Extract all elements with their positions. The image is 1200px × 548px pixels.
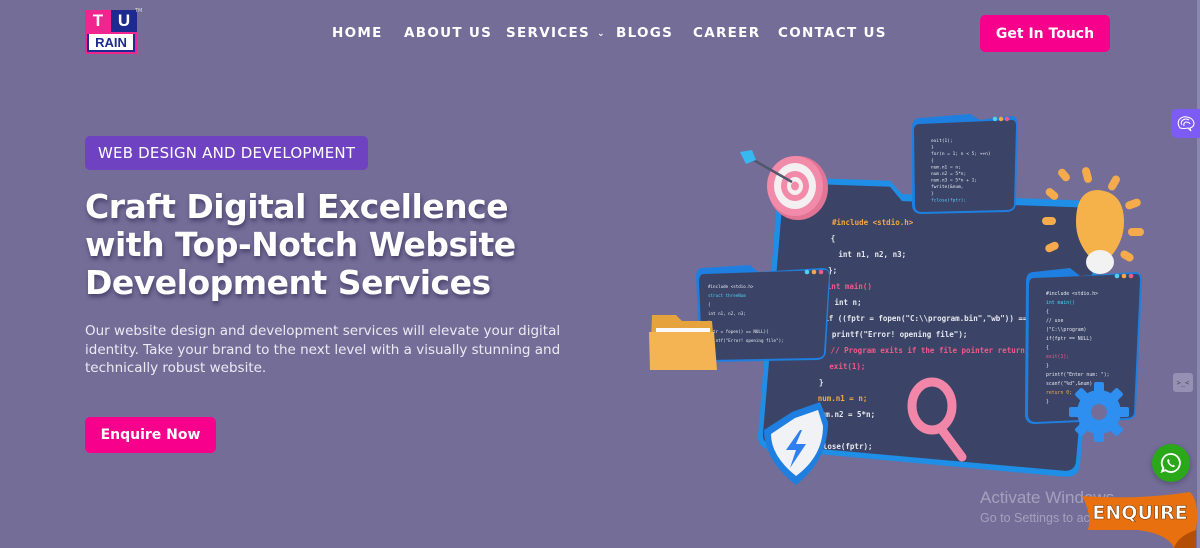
nav-services-label: SERVICES bbox=[506, 25, 591, 41]
code-line: } bbox=[1046, 363, 1049, 369]
target-icon bbox=[740, 150, 828, 220]
code-line: { bbox=[931, 158, 934, 164]
nav-about-us[interactable]: ABOUT US bbox=[404, 25, 506, 41]
nav-about-us-label: ABOUT US bbox=[404, 25, 493, 41]
ai-assistant-widget[interactable] bbox=[1171, 109, 1200, 138]
service-badge: WEB DESIGN AND DEVELOPMENT bbox=[85, 136, 369, 170]
enquire-now-button[interactable]: Enquire Now bbox=[85, 417, 216, 453]
code-line: num.n2 = 5*n; bbox=[931, 171, 966, 177]
code-line: // Program exits if the file pointer ret… bbox=[831, 346, 1030, 355]
whatsapp-button[interactable] bbox=[1152, 444, 1190, 482]
code-line: printf("Error! opening file"); bbox=[832, 330, 967, 339]
folder-icon bbox=[649, 315, 717, 370]
brand-logo[interactable]: T U RAIN TM bbox=[85, 8, 143, 56]
code-line: scanf("%d",&num) bbox=[1046, 381, 1092, 387]
nav-career[interactable]: CAREER bbox=[693, 25, 778, 41]
main-nav: HOME ABOUT US SERVICES ⌄ BLOGS CAREER CON… bbox=[332, 25, 887, 41]
logo-word-rain: RAIN bbox=[87, 34, 135, 52]
code-line: num.n3 = 5*n + 1; bbox=[931, 178, 977, 184]
code-line: num.n1 = n; bbox=[931, 164, 961, 170]
code-line: exit(1); bbox=[1046, 354, 1069, 360]
code-line: ("C:\\program) bbox=[1046, 327, 1086, 333]
code-line: } bbox=[931, 191, 934, 197]
hero-description: Our website design and development servi… bbox=[85, 323, 561, 376]
nav-blogs[interactable]: BLOGS bbox=[616, 25, 693, 41]
code-line: #include <stdio.h> bbox=[708, 284, 754, 289]
logo-letter-u: U bbox=[111, 10, 137, 32]
hero-title: Craft Digital Excellence with Top-Notch … bbox=[85, 187, 516, 302]
code-line: { bbox=[1046, 345, 1049, 351]
logo-letter-t: T bbox=[85, 10, 111, 32]
nav-services[interactable]: SERVICES ⌄ bbox=[506, 25, 616, 41]
nav-blogs-label: BLOGS bbox=[616, 25, 674, 41]
brain-icon bbox=[1177, 115, 1195, 131]
gear-icon bbox=[1069, 382, 1129, 442]
nav-contact-us[interactable]: CONTACT US bbox=[778, 25, 887, 41]
code-line: fclose(fptr); bbox=[931, 197, 966, 203]
code-line: #include <stdio.h> bbox=[1046, 291, 1098, 297]
code-line: printf("Enter num: "); bbox=[1046, 372, 1110, 378]
code-line: } bbox=[931, 145, 934, 151]
code-line: fwrite(&num, bbox=[931, 184, 964, 190]
code-line: { bbox=[1046, 309, 1049, 315]
nav-career-label: CAREER bbox=[693, 25, 761, 41]
hero-illustration: #include <stdio.h>{int n1, n2, n3;};int … bbox=[649, 114, 1144, 485]
whatsapp-icon bbox=[1160, 453, 1181, 474]
code-line: int n1, n2, n3; bbox=[708, 311, 746, 316]
nav-home[interactable]: HOME bbox=[332, 25, 404, 41]
code-line: exit(1); bbox=[931, 138, 953, 144]
code-line: int main() bbox=[827, 282, 872, 291]
code-line: exit(1); bbox=[829, 362, 865, 371]
code-line: { bbox=[831, 234, 836, 243]
code-line: int main() bbox=[1046, 300, 1075, 306]
code-line: // use bbox=[1046, 318, 1063, 324]
code-line: fptr = fopen() == NULL){ bbox=[708, 329, 769, 334]
chat-emoji-widget[interactable]: >_< bbox=[1173, 373, 1193, 392]
logo-trademark: TM bbox=[135, 8, 143, 14]
nav-home-label: HOME bbox=[332, 25, 383, 41]
code-line: } bbox=[819, 378, 824, 387]
code-line: return 0; bbox=[1046, 390, 1072, 396]
code-line: int n1, n2, n3; bbox=[838, 250, 906, 259]
enquire-ribbon-button[interactable]: ENQUIRE bbox=[1078, 490, 1200, 548]
code-line: int n; bbox=[835, 298, 862, 307]
code-line: if(fptr == NULL) bbox=[1046, 336, 1092, 342]
code-line: } bbox=[1046, 399, 1049, 405]
code-line: #include <stdio.h> bbox=[832, 218, 914, 227]
code-line: printf("Error! opening file"); bbox=[708, 338, 784, 343]
code-line: if ((fptr = fopen("C:\\program.bin","wb"… bbox=[824, 314, 1046, 323]
code-line: num.n1 = n; bbox=[818, 394, 868, 403]
enquire-ribbon-label: ENQUIRE bbox=[1092, 502, 1187, 524]
code-line: struct threeNum bbox=[708, 293, 746, 298]
code-line: for(n = 1; n < 5; ++n) bbox=[931, 151, 991, 157]
chevron-down-icon: ⌄ bbox=[597, 28, 606, 39]
nav-contact-us-label: CONTACT US bbox=[778, 25, 887, 41]
get-in-touch-button[interactable]: Get In Touch bbox=[980, 15, 1110, 52]
